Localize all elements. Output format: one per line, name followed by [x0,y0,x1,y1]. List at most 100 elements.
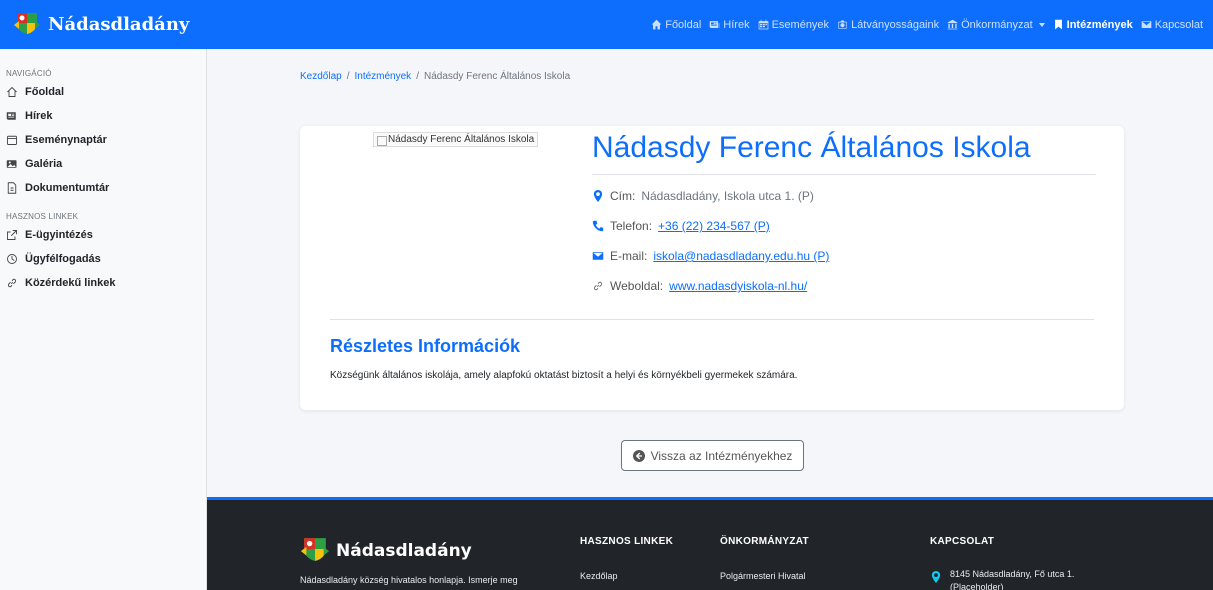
house-icon [7,86,17,97]
email-label: E-mail: [610,249,648,263]
calendar-icon [758,19,768,30]
breadcrumb-separator: / [346,71,350,82]
arrow-left-circle-icon [632,449,645,462]
external-link-icon [7,230,17,240]
sidebar-item-fooldal[interactable]: Főoldal [0,82,206,102]
footer: Nádasdladány Nádasdladány község hivatal… [207,497,1213,590]
sidebar-item-galeria[interactable]: Galéria [0,154,206,174]
newspaper-icon [6,112,16,120]
breadcrumb-section-link[interactable]: Intézmények [354,71,411,82]
sidebar: NAVIGÁCIÓ Főoldal Hírek Eseménynaptár Ga… [0,49,207,590]
nav-item-latvanyossagaink[interactable]: Látványosságaink [837,19,939,31]
newspaper-icon [709,21,720,28]
camera-icon [838,20,847,29]
clock-icon [7,254,17,264]
sidebar-item-label: Eseménynaptár [25,134,107,146]
top-navbar: Nádasdladány Főoldal Hírek Események Lát… [0,0,1213,49]
document-icon [7,182,17,194]
details-heading: Részletes Információk [330,336,521,356]
email-row: E-mail: iskola@nadasdladany.edu.hu (P) [592,249,829,263]
nav-label: Intézmények [1066,18,1133,31]
main-content: Kezdőlap / Intézmények / Nádasdy Ferenc … [207,49,1213,498]
breadcrumb-current: Nádasdy Ferenc Általános Iskola [423,71,571,82]
sidebar-item-label: Közérdekű linkek [25,277,116,289]
main-nav: Főoldal Hírek Események Látványosságaink… [651,19,1203,31]
footer-link-kezdolap[interactable]: Kezdőlap [580,571,618,581]
sidebar-item-label: Hírek [25,110,53,122]
chevron-down-icon [1038,22,1045,27]
nav-label: Hírek [723,18,750,31]
address-label: Cím: [610,189,636,203]
sidebar-heading-navigation: NAVIGÁCIÓ [6,69,52,78]
calendar-icon [7,135,17,145]
title-divider [592,174,1096,175]
sidebar-item-label: E-ügyintézés [25,229,93,241]
map-marker-icon [593,190,603,202]
sidebar-item-hirek[interactable]: Hírek [0,106,206,126]
footer-address: 8145 Nádasdladány, Fő utca 1. (Placehold… [930,568,1074,590]
brand[interactable]: Nádasdladány [14,11,189,38]
sidebar-item-label: Galéria [25,158,63,170]
footer-address-line1: 8145 Nádasdladány, Fő utca 1. [950,569,1075,579]
nav-label: Főoldal [665,18,702,31]
nav-item-onkormanyzat[interactable]: Önkormányzat [947,19,1045,31]
institution-image: Nádasdy Ferenc Általános Iskola [373,132,539,147]
address-row: Cím: Nádasdladány, Iskola utca 1. (P) [592,189,814,203]
sidebar-item-esemenynaptar[interactable]: Eseménynaptár [0,130,206,150]
sidebar-item-ugyfelfogadas[interactable]: Ügyfélfogadás [0,249,206,269]
breadcrumb: Kezdőlap / Intézmények / Nádasdy Ferenc … [300,71,570,82]
home-icon [651,19,662,30]
back-button-label: Vissza az Intézményekhez [650,448,793,463]
nav-item-intezmenyek[interactable]: Intézmények [1053,19,1133,31]
footer-brand: Nádasdladány [300,536,472,565]
website-row: Weboldal: www.nadasdyiskola-nl.hu/ [592,279,807,293]
envelope-icon [592,252,604,260]
phone-row: Telefon: +36 (22) 234-567 (P) [592,219,770,233]
breadcrumb-home-link[interactable]: Kezdőlap [300,71,342,82]
map-marker-icon [931,571,941,583]
footer-contact-title: KAPCSOLAT [930,536,995,547]
nav-label: Kapcsolat [1154,18,1203,31]
sidebar-item-label: Főoldal [25,86,65,98]
institution-title: Nádasdy Ferenc Általános Iskola [592,131,1031,164]
section-divider [330,319,1094,320]
link-icon [7,278,17,288]
email-link[interactable]: iskola@nadasdladany.edu.hu (P) [653,249,829,263]
website-link[interactable]: www.nadasdyiskola-nl.hu/ [669,279,807,293]
coat-of-arms-icon [14,11,40,38]
coat-of-arms-icon [300,536,330,565]
footer-description: Nádasdladány község hivatalos honlapja. … [300,575,518,585]
footer-link-mayors-office[interactable]: Polgármesteri Hivatal [720,571,806,581]
address-value: Nádasdladány, Iskola utca 1. (P) [641,189,814,203]
link-icon [593,281,603,291]
footer-useful-links-title: HASZNOS LINKEK [580,536,674,547]
website-label: Weboldal: [610,279,664,293]
sidebar-item-dokumentumtar[interactable]: Dokumentumtár [0,178,206,198]
phone-label: Telefon: [610,219,653,233]
nav-item-kapcsolat[interactable]: Kapcsolat [1141,19,1203,31]
back-to-institutions-button[interactable]: Vissza az Intézményekhez [621,440,804,471]
sidebar-item-e-ugyintezes[interactable]: E-ügyintézés [0,225,206,245]
footer-municipality-title: ÖNKORMÁNYZAT [720,536,809,547]
envelope-icon [1141,21,1151,28]
sidebar-item-kozerdeku-linkek[interactable]: Közérdekű linkek [0,273,206,293]
breadcrumb-separator: / [416,71,419,82]
details-text: Községünk általános iskolája, amely alap… [330,370,798,381]
phone-icon [592,220,604,232]
nav-label: Látványosságaink [851,18,940,31]
brand-name: Nádasdladány [48,14,190,35]
images-icon [6,160,17,168]
nav-item-esemenyek[interactable]: Események [758,19,829,31]
bookmark-icon [1054,19,1062,30]
sidebar-item-label: Ügyfélfogadás [25,253,101,265]
building-icon [947,19,958,30]
sidebar-item-label: Dokumentumtár [25,182,110,194]
institution-card: Nádasdy Ferenc Általános Iskola Nádasdy … [300,126,1124,410]
footer-brand-name: Nádasdladány [336,540,472,561]
nav-label: Önkormányzat [961,18,1033,31]
phone-link[interactable]: +36 (22) 234-567 (P) [658,219,770,233]
nav-item-hirek[interactable]: Hírek [709,18,750,31]
sidebar-heading-useful-links: HASZNOS LINKEK [6,212,79,221]
nav-item-fooldal[interactable]: Főoldal [651,19,701,31]
footer-address-line2: (Placeholder) [950,582,1004,590]
